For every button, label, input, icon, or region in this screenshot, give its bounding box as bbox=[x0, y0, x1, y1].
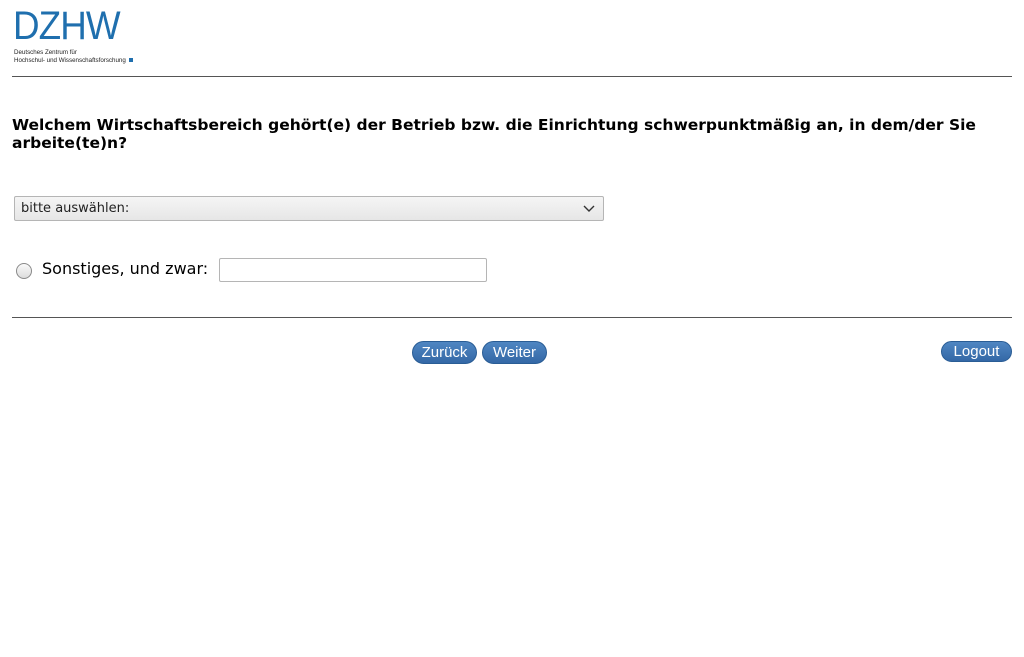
logout-button[interactable]: Logout bbox=[941, 341, 1012, 362]
sector-select-value: bitte auswählen: bbox=[21, 201, 130, 216]
survey-page: DZHW Deutsches Zentrum für Hochschul- un… bbox=[0, 0, 1024, 657]
other-text-field[interactable] bbox=[219, 258, 487, 282]
header-divider bbox=[12, 76, 1012, 77]
logo-tagline-line1: Deutsches Zentrum für bbox=[14, 49, 77, 56]
other-radio[interactable] bbox=[16, 263, 32, 279]
back-button[interactable]: Zurück bbox=[412, 341, 477, 364]
question-text: Welchem Wirtschaftsbereich gehört(e) der… bbox=[12, 116, 976, 152]
logo-tagline-line2: Hochschul- und Wissenschaftsforschung bbox=[14, 57, 133, 64]
footer-divider bbox=[12, 317, 1012, 318]
chevron-down-icon bbox=[583, 205, 595, 212]
logo-tagline-line2-text: Hochschul- und Wissenschaftsforschung bbox=[14, 57, 126, 64]
other-radio-label: Sonstiges, und zwar: bbox=[42, 259, 209, 278]
next-button[interactable]: Weiter bbox=[482, 341, 547, 364]
logo-square-icon bbox=[128, 58, 133, 63]
sector-select[interactable]: bitte auswählen: bbox=[14, 196, 604, 221]
dzhw-logo: DZHW Deutsches Zentrum für Hochschul- un… bbox=[13, 6, 148, 68]
logo-wordmark: DZHW bbox=[13, 4, 121, 48]
